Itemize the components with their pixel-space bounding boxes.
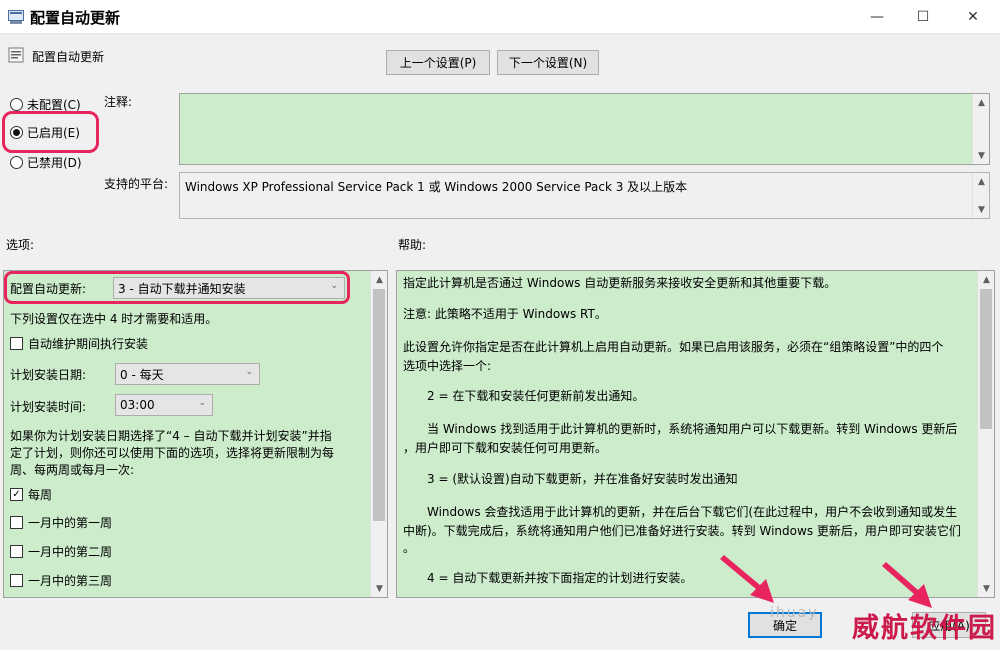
help-paragraph-5a: 当 Windows 找到适用于此计算机的更新时，系统将通知用户可以下载更新。转到… <box>427 422 958 436</box>
help-paragraph-6: 3 = (默认设置)自动下载更新，并在准备好安装时发出通知 <box>427 472 738 486</box>
comment-scrollbar[interactable]: ▲ ▼ <box>972 94 989 164</box>
help-paragraph-5b: ，用户即可下载和安装任何可用更新。 <box>403 441 608 455</box>
options-note: 下列设置仅在选中 4 时才需要和适用。 <box>10 312 218 326</box>
watermark-text: 威航软件园 <box>852 613 997 644</box>
dropdown-value: 0 - 每天 <box>120 367 164 382</box>
scroll-down-arrow-icon[interactable]: ▼ <box>371 580 387 597</box>
install-time-label: 计划安装时间: <box>10 400 87 414</box>
install-time-dropdown[interactable]: 03:00 ⌄ <box>115 394 213 416</box>
help-paragraph-3b: 选项中选择一个: <box>403 359 492 373</box>
options-label: 选项: <box>6 238 35 252</box>
install-day-label: 计划安装日期: <box>10 368 87 382</box>
help-paragraph-7a: Windows 会查找适用于此计算机的更新，并在后台下载它们(在此过程中，用户不… <box>427 505 958 519</box>
maximize-button[interactable]: ☐ <box>900 0 946 33</box>
options-scrollbar[interactable]: ▲ ▼ <box>370 271 387 597</box>
checkbox-label: 一月中的第二周 <box>28 545 113 559</box>
scroll-up-arrow-icon[interactable]: ▲ <box>371 271 387 288</box>
scroll-thumb[interactable] <box>980 289 992 429</box>
minimize-button[interactable]: — <box>854 0 900 33</box>
first-week-checkbox[interactable]: 一月中的第一周 <box>10 514 112 531</box>
schedule-note-line-1: 如果你为计划安装日期选择了“4 – 自动下载并计划安装”并指 <box>10 429 332 443</box>
help-panel: 指定此计算机是否通过 Windows 自动更新服务来接收安全更新和其他重要下载。… <box>396 270 995 598</box>
checkbox-label: 每周 <box>28 488 53 502</box>
weekly-checkbox[interactable]: ✓ 每周 <box>10 486 52 503</box>
help-paragraph-2: 注意: 此策略不适用于 Windows RT。 <box>403 307 607 321</box>
third-week-checkbox[interactable]: 一月中的第三周 <box>10 572 112 589</box>
checkbox-box[interactable] <box>10 337 23 350</box>
help-label: 帮助: <box>398 238 427 252</box>
highlight-configure-annotation <box>4 271 350 304</box>
close-button[interactable]: ✕ <box>950 0 996 33</box>
policy-setting-icon <box>8 47 24 63</box>
help-paragraph-1: 指定此计算机是否通过 Windows 自动更新服务来接收安全更新和其他重要下载。 <box>403 276 837 290</box>
second-week-checkbox[interactable]: 一月中的第二周 <box>10 543 112 560</box>
platform-box: Windows XP Professional Service Pack 1 或… <box>179 172 990 219</box>
platform-label: 支持的平台: <box>104 177 169 191</box>
dropdown-value: 03:00 <box>120 398 155 412</box>
checkbox-box[interactable] <box>10 516 23 529</box>
next-setting-button[interactable]: 下一个设置(N) <box>497 50 599 75</box>
chevron-down-icon: ⌄ <box>198 398 206 408</box>
window-title: 配置自动更新 <box>30 9 121 27</box>
scroll-thumb[interactable] <box>373 289 385 521</box>
options-panel: 配置自动更新: 3 - 自动下载并通知安装 ⌄ 下列设置仅在选中 4 时才需要和… <box>3 270 388 598</box>
watermark-faint-text: ihuay <box>770 605 819 621</box>
maintenance-install-checkbox[interactable]: 自动维护期间执行安装 <box>10 335 148 352</box>
checkbox-box[interactable] <box>10 545 23 558</box>
chevron-down-icon: ⌄ <box>245 367 253 377</box>
annotation-arrow-icon <box>882 562 932 608</box>
checkbox-label: 一月中的第三周 <box>28 574 113 588</box>
platform-text: Windows XP Professional Service Pack 1 或… <box>185 180 688 194</box>
platform-scrollbar[interactable]: ▲ ▼ <box>972 173 989 218</box>
install-day-dropdown[interactable]: 0 - 每天 ⌄ <box>115 363 260 385</box>
radio-disabled[interactable]: 已禁用(D) <box>10 154 82 171</box>
help-paragraph-3a: 此设置允许你指定是否在此计算机上启用自动更新。如果已启用该服务，必须在“组策略设… <box>403 340 944 354</box>
scroll-down-arrow-icon[interactable]: ▼ <box>978 580 994 597</box>
previous-setting-button[interactable]: 上一个设置(P) <box>386 50 490 75</box>
scroll-up-arrow-icon[interactable]: ▲ <box>978 271 994 288</box>
comment-textarea[interactable]: ▲ ▼ <box>179 93 990 165</box>
scroll-up-arrow-icon[interactable]: ▲ <box>973 173 990 190</box>
scroll-down-arrow-icon[interactable]: ▼ <box>973 147 990 164</box>
annotation-arrow-icon <box>720 555 774 603</box>
schedule-note-line-3: 周、每两周或每月一次: <box>10 463 135 477</box>
help-paragraph-4: 2 = 在下载和安装任何更新前发出通知。 <box>427 389 645 403</box>
help-paragraph-7c: 。 <box>403 541 416 555</box>
radio-circle[interactable] <box>10 98 23 111</box>
radio-label: 已禁用(D) <box>27 156 82 170</box>
policy-window-icon <box>8 10 24 24</box>
comment-label: 注释: <box>104 95 133 109</box>
help-scrollbar[interactable]: ▲ ▼ <box>977 271 994 597</box>
highlight-enabled-annotation <box>2 111 99 153</box>
checkbox-label: 自动维护期间执行安装 <box>28 337 149 351</box>
checkbox-label: 一月中的第一周 <box>28 516 113 530</box>
schedule-note-line-2: 定了计划，则你还可以使用下面的选项，选择将更新限制为每 <box>10 446 335 460</box>
scroll-down-arrow-icon[interactable]: ▼ <box>973 201 990 218</box>
policy-name: 配置自动更新 <box>32 50 105 64</box>
checkbox-box[interactable] <box>10 574 23 587</box>
title-bar: 配置自动更新 — ☐ ✕ <box>0 0 1000 34</box>
checkmark-icon[interactable]: ✓ <box>10 488 23 501</box>
scroll-up-arrow-icon[interactable]: ▲ <box>973 94 990 111</box>
radio-circle[interactable] <box>10 156 23 169</box>
